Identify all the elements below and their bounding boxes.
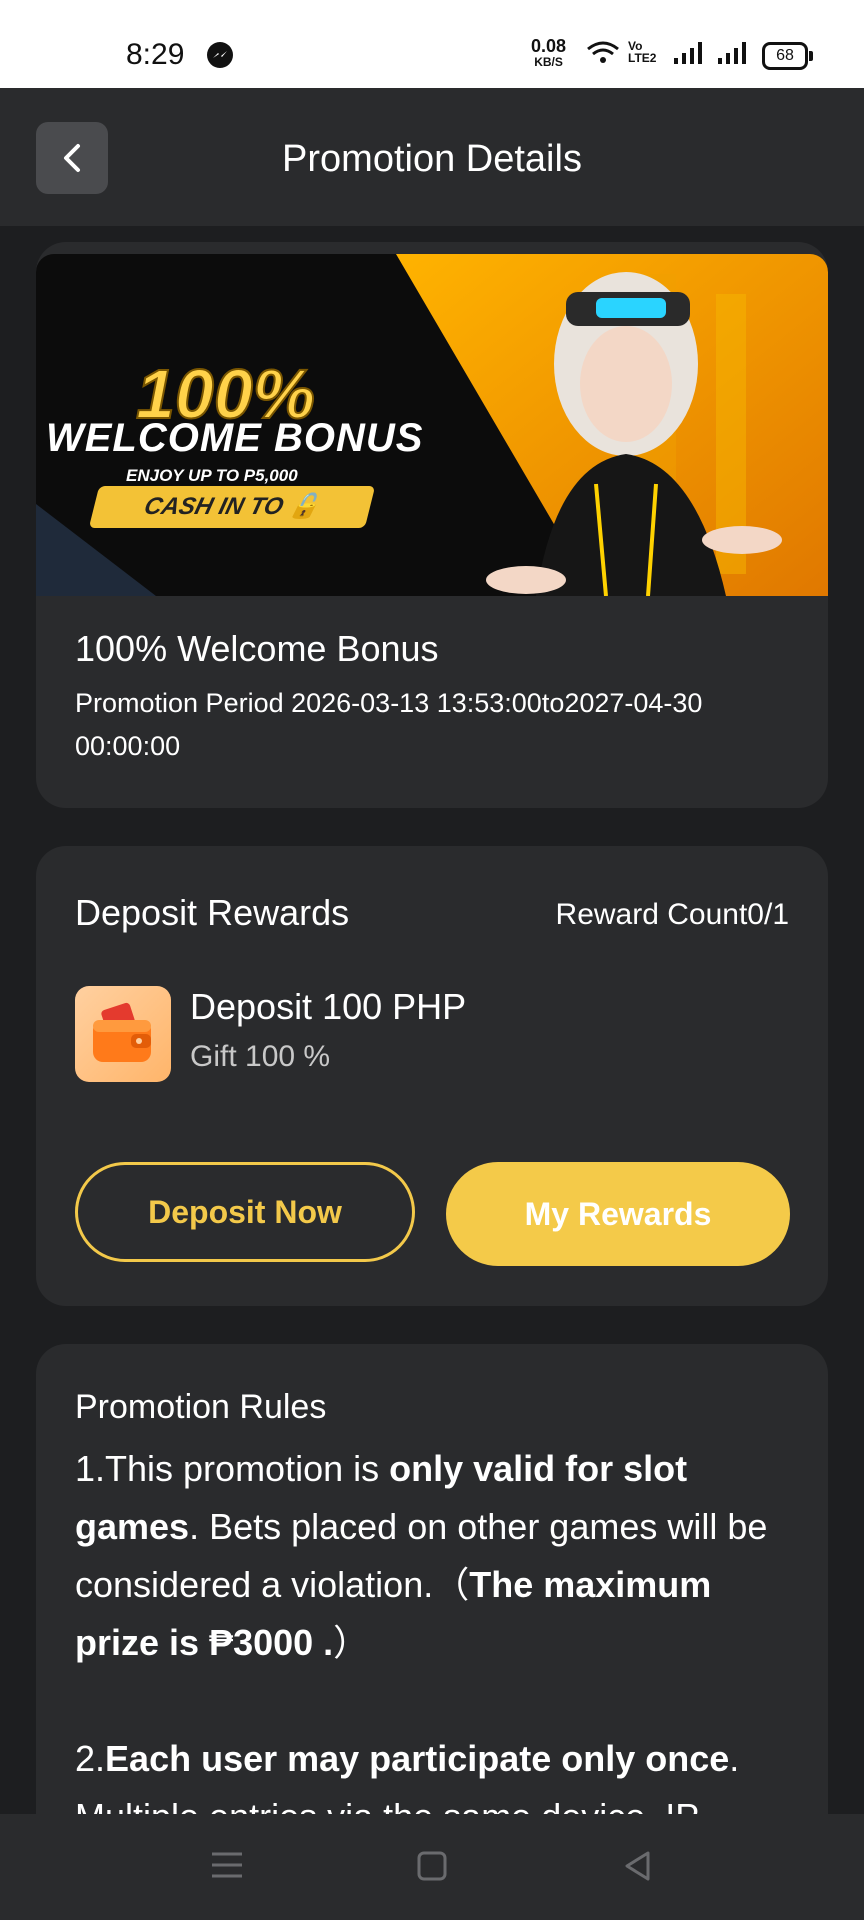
rule-1-text: 1.This promotion is [75,1448,390,1489]
banner-cta-label: CASH IN TO [141,493,287,520]
rule-2: 2.Each user may participate only once. [75,1730,795,1788]
status-time: 8:29 [126,38,185,71]
deposit-gift: Gift 100 % [190,1040,331,1073]
messenger-icon [207,42,233,68]
banner-subtitle: ENJOY UP TO P5,000 [126,466,298,485]
content-scroll[interactable]: 100% WELCOME BONUS ENJOY UP TO P5,000 CA… [0,226,864,1814]
back-nav-icon[interactable] [622,1850,654,1882]
lock-icon: 🔓 [286,493,323,520]
wifi-icon [587,41,619,63]
my-rewards-button[interactable]: My Rewards [446,1162,790,1266]
network-speed-unit: KB/S [534,55,563,69]
page-title: Promotion Details [282,138,582,180]
rules-body: 1.This promotion is only valid for slot … [75,1440,795,1814]
status-bar: 8:29 0.08 KB/S Vo LTE2 68 [0,0,864,88]
network-speed: 0.08 KB/S [531,36,567,70]
home-icon[interactable] [416,1850,448,1882]
rule-2-number: 2. [75,1738,106,1779]
rule-1: 1.This promotion is only valid for slot … [75,1440,795,1672]
app-header: Promotion Details [0,88,864,226]
reward-count: Reward Count0/1 [555,898,789,931]
promotion-card: 100% WELCOME BONUS ENJOY UP TO P5,000 CA… [36,242,828,808]
rule-2-emphasis: Each user may participate only once [105,1738,730,1779]
signal-icon [718,42,746,64]
rule-spacer [75,1672,795,1730]
promotion-title: 100% Welcome Bonus [75,628,439,669]
system-nav-bar [0,1814,864,1920]
banner-welcome: WELCOME BONUS [46,416,424,460]
wallet-icon [75,986,171,1082]
menu-icon[interactable] [210,1850,244,1880]
signal-icon [674,42,702,64]
promotion-rules-card: Promotion Rules 1.This promotion is only… [36,1344,828,1814]
banner-cta: CASH IN TO 🔓 [88,486,376,528]
deposit-rewards-card: Deposit Rewards Reward Count0/1 Deposit … [36,846,828,1306]
rule-1-text: ） [333,1622,370,1663]
volte-icon: Vo LTE2 [628,39,657,65]
deposit-now-button[interactable]: Deposit Now [75,1162,415,1262]
promo-banner[interactable]: 100% WELCOME BONUS ENJOY UP TO P5,000 CA… [36,254,828,596]
deposit-amount: Deposit 100 PHP [190,986,467,1027]
rules-title: Promotion Rules [75,1388,327,1426]
rule-2-text: . [729,1738,740,1779]
promotion-period: Promotion Period 2026-03-13 13:53:00to20… [75,688,703,761]
network-speed-value: 0.08 [531,36,567,56]
rule-2-continued: Multiple entries via the same device, IP [75,1788,795,1814]
battery-icon: 68 [762,42,813,70]
deposit-rewards-title: Deposit Rewards [75,892,350,933]
